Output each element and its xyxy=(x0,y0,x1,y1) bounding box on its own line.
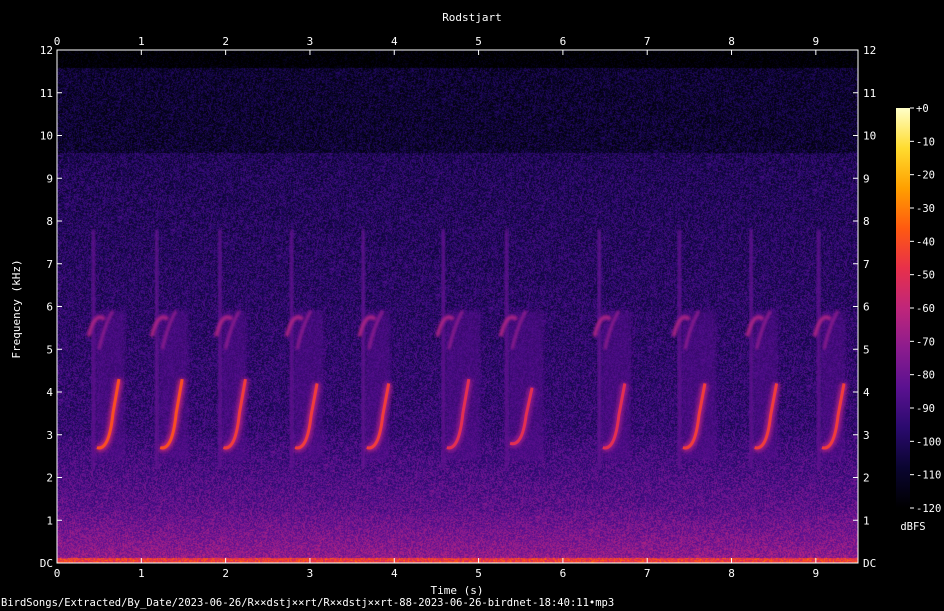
phrase-click xyxy=(441,229,445,469)
x-tick-label-top: 0 xyxy=(54,35,61,48)
colorbar-tick-label: -30 xyxy=(916,203,935,215)
x-tick-label: 3 xyxy=(307,567,314,580)
y-tick-label-right: DC xyxy=(863,557,876,570)
colorbar: +0 -10 -20 -30 -40 -50 -60 -70 -80 -90 -100 -110 -12… xyxy=(896,103,941,515)
phrase-click xyxy=(290,229,294,469)
y-tick-label-right: 8 xyxy=(863,215,870,228)
x-tick-label: 5 xyxy=(475,567,482,580)
phrase-click xyxy=(749,229,753,469)
x-tick-label-top: 8 xyxy=(728,35,735,48)
y-tick-label: 6 xyxy=(46,301,53,314)
phrase-click xyxy=(677,229,681,469)
y-tick-label: 12 xyxy=(40,44,53,57)
spectrogram-figure: Rodstjart 0 0 1 1 2 2 3 3 4 4 5 5 6 6 7 7 8 8 9 9 DC DC 1 1 2 2 3 3… xyxy=(0,0,944,611)
x-tick-label-top: 3 xyxy=(307,35,314,48)
x-tick-label-top: 5 xyxy=(475,35,482,48)
colorbar-tick-label: -40 xyxy=(916,236,935,248)
x-tick-label-top: 4 xyxy=(391,35,398,48)
phrase-click xyxy=(218,229,222,469)
x-tick-label-top: 9 xyxy=(813,35,820,48)
y-tick-label: 8 xyxy=(46,215,53,228)
plot-area xyxy=(56,49,859,564)
phrase-halo xyxy=(508,310,544,461)
y-tick-label-right: 11 xyxy=(863,87,876,100)
y-tick-label: 4 xyxy=(46,386,53,399)
x-tick-label-top: 7 xyxy=(644,35,651,48)
y-tick-label-right: 9 xyxy=(863,172,870,185)
phrase-click xyxy=(597,229,601,469)
x-tick-label: 1 xyxy=(138,567,145,580)
x-tick-label-top: 2 xyxy=(222,35,229,48)
colorbar-gradient xyxy=(896,108,910,508)
x-tick-label: 6 xyxy=(560,567,567,580)
y-tick-label-right: 6 xyxy=(863,301,870,314)
colorbar-tick-label: -50 xyxy=(916,270,935,282)
x-tick-label: 2 xyxy=(222,567,229,580)
x-axis-label: Time (s) xyxy=(431,584,484,596)
y-tick-label-right: 4 xyxy=(863,386,870,399)
x-tick-label: 8 xyxy=(728,567,735,580)
y-tick-label: 3 xyxy=(46,429,53,442)
y-tick-label: 10 xyxy=(40,130,53,143)
chart-title: Rodstjart xyxy=(442,11,502,24)
y-tick-label: 2 xyxy=(46,472,53,485)
x-tick-label: 4 xyxy=(391,567,398,580)
colorbar-tick-label: -100 xyxy=(916,436,941,448)
y-tick-label-right: 1 xyxy=(863,514,870,527)
phrase-click xyxy=(505,229,509,469)
colorbar-tick-label: -120 xyxy=(916,503,941,515)
phrase-halo xyxy=(444,310,481,461)
y-tick-label: 11 xyxy=(40,87,53,100)
y-tick-label: 9 xyxy=(46,172,53,185)
colorbar-tick-label: -70 xyxy=(916,336,935,348)
phrase-halo xyxy=(680,310,717,461)
x-tick-label: 7 xyxy=(644,567,651,580)
phrase-click xyxy=(361,229,365,469)
phrase-click xyxy=(817,229,821,469)
y-tick-label: 1 xyxy=(46,514,53,527)
colorbar-tick-label: -10 xyxy=(916,136,935,148)
spectrogram-chart: Rodstjart 00112233445566778899DC DC1 12 23 3… xyxy=(10,11,941,597)
y-tick-label-right: 5 xyxy=(863,343,870,356)
spectrogram-noise xyxy=(57,50,858,563)
colorbar-tick-label: -80 xyxy=(916,370,935,382)
colorbar-tick-label: -20 xyxy=(916,170,935,182)
phrase-click xyxy=(155,229,159,469)
y-axis-label: Frequency (kHz) xyxy=(10,259,23,358)
colorbar-label: dBFS xyxy=(900,521,925,533)
y-tick-label: DC xyxy=(40,557,53,570)
y-tick-label-right: 7 xyxy=(863,258,870,271)
colorbar-tick-label: -110 xyxy=(916,470,941,482)
x-tick-label: 9 xyxy=(813,567,820,580)
y-tick-label: 7 xyxy=(46,258,53,271)
colorbar-tick-label: +0 xyxy=(916,103,929,115)
colorbar-tick-label: -90 xyxy=(916,403,935,415)
y-tick-label-right: 12 xyxy=(863,44,876,57)
y-tick-label-right: 2 xyxy=(863,472,870,485)
x-tick-label-top: 1 xyxy=(138,35,145,48)
phrase-click xyxy=(91,229,95,469)
y-tick-label-right: 3 xyxy=(863,429,870,442)
x-tick-label-top: 6 xyxy=(560,35,567,48)
x-tick-label: 0 xyxy=(54,567,61,580)
file-path-caption: BirdSongs/Extracted/By_Date/2023-06-26/R… xyxy=(1,597,615,609)
y-tick-label-right: 10 xyxy=(863,130,876,143)
y-tick-label: 5 xyxy=(46,343,53,356)
colorbar-tick-label: -60 xyxy=(916,303,935,315)
